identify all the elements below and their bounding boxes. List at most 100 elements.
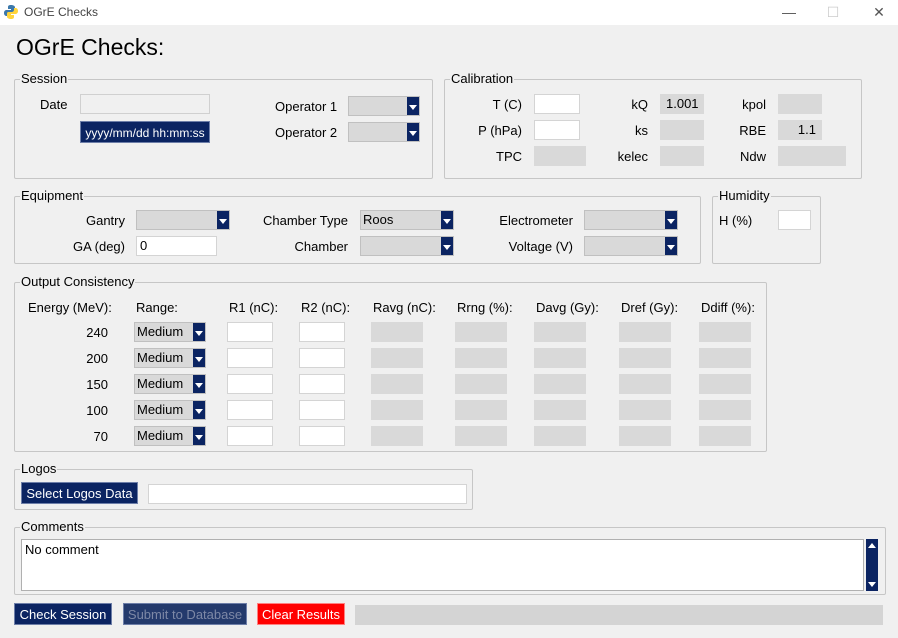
range-value: Medium xyxy=(137,402,184,417)
energy-value: 70 xyxy=(93,429,108,444)
gantry-select[interactable] xyxy=(136,210,230,230)
ddiff-value xyxy=(699,426,751,446)
operator1-select[interactable] xyxy=(348,96,420,116)
chevron-down-icon[interactable] xyxy=(407,97,419,115)
date-field[interactable] xyxy=(80,94,210,114)
kq-label: kQ xyxy=(631,97,648,112)
header-range: Range: xyxy=(136,300,178,315)
chevron-down-icon[interactable] xyxy=(407,123,419,141)
header-ravg: Ravg (nC): xyxy=(373,300,436,315)
comments-scrollbar[interactable] xyxy=(866,539,878,591)
operator2-select[interactable] xyxy=(348,122,420,142)
energy-value: 200 xyxy=(86,351,108,366)
range-select[interactable]: Medium xyxy=(134,400,206,420)
davg-value xyxy=(534,348,586,368)
chevron-down-icon[interactable] xyxy=(193,427,205,445)
dref-value xyxy=(619,400,671,420)
date-label: Date xyxy=(40,97,68,112)
chevron-down-icon[interactable] xyxy=(193,401,205,419)
ddiff-value xyxy=(699,400,751,420)
r2-input[interactable] xyxy=(299,348,345,368)
range-value: Medium xyxy=(137,350,184,365)
chamber-type-label: Chamber Type xyxy=(262,213,348,228)
ga-input[interactable]: 0 xyxy=(136,236,217,256)
voltage-label: Voltage (V) xyxy=(508,239,573,254)
t-label: T (C) xyxy=(492,97,522,112)
header-energy: Energy (MeV): xyxy=(28,300,112,315)
ddiff-value xyxy=(699,322,751,342)
maximize-button[interactable]: ☐ xyxy=(810,0,856,25)
kelec-label: kelec xyxy=(617,149,648,164)
header-davg: Davg (Gy): xyxy=(536,300,599,315)
davg-value xyxy=(534,322,586,342)
electrometer-select[interactable] xyxy=(584,210,678,230)
clear-results-button[interactable]: Clear Results xyxy=(257,603,345,625)
t-input[interactable] xyxy=(534,94,580,114)
rbe-label: RBE xyxy=(739,123,766,138)
r2-input[interactable] xyxy=(299,426,345,446)
chevron-down-icon[interactable] xyxy=(217,211,229,229)
rrng-value xyxy=(455,400,507,420)
scroll-down-icon[interactable] xyxy=(868,582,876,587)
comments-legend: Comments xyxy=(21,519,84,534)
kq-value: 1.001 xyxy=(660,94,704,114)
kelec-value xyxy=(660,146,704,166)
select-logos-button[interactable]: Select Logos Data xyxy=(21,482,138,504)
energy-value: 100 xyxy=(86,403,108,418)
check-session-button[interactable]: Check Session xyxy=(14,603,112,625)
rrng-value xyxy=(455,374,507,394)
r2-input[interactable] xyxy=(299,322,345,342)
date-now-button[interactable]: yyyy/mm/dd hh:mm:ss xyxy=(80,121,210,143)
rrng-value xyxy=(455,348,507,368)
comments-textarea[interactable]: No comment xyxy=(21,539,864,591)
r2-input[interactable] xyxy=(299,400,345,420)
r1-input[interactable] xyxy=(227,374,273,394)
humidity-legend: Humidity xyxy=(719,188,770,203)
p-input[interactable] xyxy=(534,120,580,140)
r2-input[interactable] xyxy=(299,374,345,394)
range-select[interactable]: Medium xyxy=(134,348,206,368)
header-rrng: Rrng (%): xyxy=(457,300,513,315)
logos-legend: Logos xyxy=(21,461,57,476)
electrometer-label: Electrometer xyxy=(499,213,573,228)
range-value: Medium xyxy=(137,428,184,443)
r1-input[interactable] xyxy=(227,400,273,420)
chevron-down-icon[interactable] xyxy=(665,237,677,255)
voltage-select[interactable] xyxy=(584,236,678,256)
r1-input[interactable] xyxy=(227,426,273,446)
logos-path-field[interactable] xyxy=(148,484,467,504)
close-button[interactable]: ✕ xyxy=(856,0,898,25)
energy-value: 150 xyxy=(86,377,108,392)
header-ddiff: Ddiff (%): xyxy=(701,300,755,315)
minimize-button[interactable]: — xyxy=(766,0,812,25)
chevron-down-icon[interactable] xyxy=(193,323,205,341)
r1-input[interactable] xyxy=(227,348,273,368)
chevron-down-icon[interactable] xyxy=(193,375,205,393)
calibration-legend: Calibration xyxy=(451,71,514,86)
ravg-value xyxy=(371,348,423,368)
davg-value xyxy=(534,374,586,394)
chevron-down-icon[interactable] xyxy=(665,211,677,229)
chevron-down-icon[interactable] xyxy=(441,211,453,229)
humidity-input[interactable] xyxy=(778,210,811,230)
range-select[interactable]: Medium xyxy=(134,322,206,342)
r1-input[interactable] xyxy=(227,322,273,342)
ddiff-value xyxy=(699,374,751,394)
header-r2: R2 (nC): xyxy=(301,300,351,315)
header-dref: Dref (Gy): xyxy=(621,300,679,315)
scroll-up-icon[interactable] xyxy=(868,543,876,548)
chevron-down-icon[interactable] xyxy=(193,349,205,367)
output-legend: Output Consistency xyxy=(21,274,135,289)
p-label: P (hPa) xyxy=(478,123,522,138)
chamber-select[interactable] xyxy=(360,236,454,256)
dref-value xyxy=(619,374,671,394)
davg-value xyxy=(534,426,586,446)
kpol-value xyxy=(778,94,822,114)
chevron-down-icon[interactable] xyxy=(441,237,453,255)
submit-database-button[interactable]: Submit to Database xyxy=(123,603,247,625)
range-value: Medium xyxy=(137,376,184,391)
range-select[interactable]: Medium xyxy=(134,374,206,394)
range-select[interactable]: Medium xyxy=(134,426,206,446)
chamber-type-select[interactable]: Roos xyxy=(360,210,454,230)
ks-value xyxy=(660,120,704,140)
